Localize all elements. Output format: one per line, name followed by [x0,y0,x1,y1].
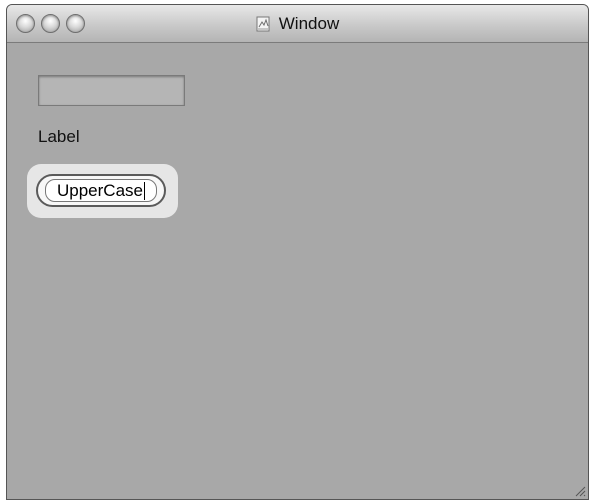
window-content: Label UpperCase [7,43,588,499]
uppercase-field[interactable]: UpperCase [36,174,166,207]
title-bar[interactable]: Window [7,5,588,43]
window-title: Window [278,14,340,33]
uppercase-field-value: UpperCase [57,180,143,200]
document-icon [256,16,270,32]
resize-grip-icon[interactable] [574,485,586,497]
text-caret [144,181,145,200]
uppercase-field-text: UpperCase [57,181,145,201]
text-field[interactable] [38,75,185,106]
app-window: Window Label UpperCase [6,4,589,500]
form-label: Label [38,127,80,146]
window-title-group: Window [7,5,588,43]
